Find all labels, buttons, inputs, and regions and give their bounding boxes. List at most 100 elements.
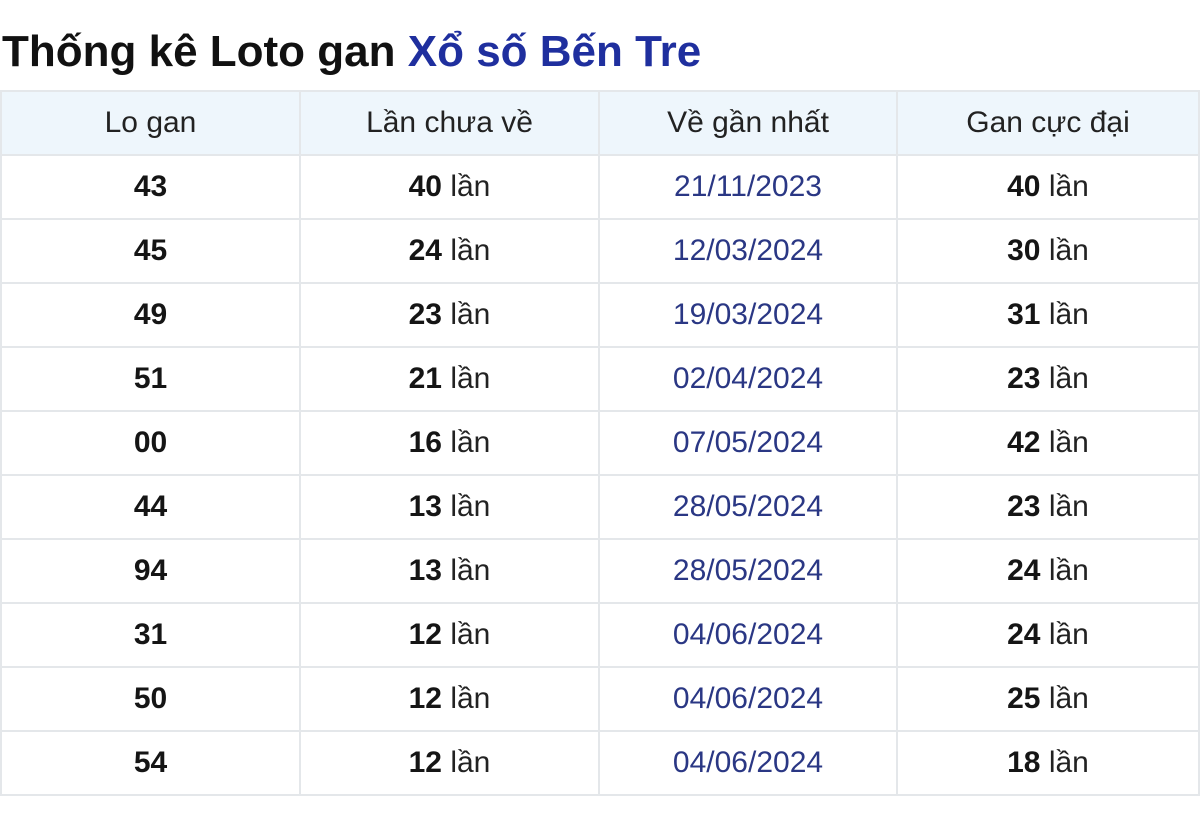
table-body: 43 40 lần 21/11/2023 40 lần 45 24 lần 12… [0,154,1200,796]
times-unit: lần [450,362,491,395]
times-not-drawn-value: 12 [408,746,442,779]
table-row: 00 16 lần 07/05/2024 42 lần [0,410,1200,476]
max-gap-cell: 40 lần [896,154,1200,220]
loto-gan-table: Lo gan Lần chưa về Về gần nhất Gan cực đ… [0,90,1200,796]
times-not-drawn-cell: 40 lần [299,154,600,220]
max-gap-cell: 30 lần [896,218,1200,284]
title-brand-link[interactable]: Xổ số Bến Tre [408,27,701,76]
times-not-drawn-cell: 23 lần [299,282,600,348]
max-gap-value: 24 [1007,554,1041,587]
page: Thống kê Loto gan Xổ số Bến Tre Lo gan L… [0,0,1200,816]
lo-number-cell: 51 [0,346,301,412]
times-not-drawn-cell: 24 lần [299,218,600,284]
last-drawn-date-cell: 07/05/2024 [598,410,898,476]
max-gap-cell: 24 lần [896,602,1200,668]
table-header: Lo gan Lần chưa về Về gần nhất Gan cực đ… [0,90,1200,156]
times-not-drawn-cell: 16 lần [299,410,600,476]
times-unit: lần [450,426,491,459]
times-not-drawn-value: 40 [408,170,442,203]
times-not-drawn-cell: 12 lần [299,730,600,796]
header-row: Lo gan Lần chưa về Về gần nhất Gan cực đ… [0,90,1200,156]
max-gap-unit: lần [1048,170,1089,203]
times-not-drawn-cell: 13 lần [299,538,600,604]
times-not-drawn-value: 23 [408,298,442,331]
table-row: 50 12 lần 04/06/2024 25 lần [0,666,1200,732]
max-gap-cell: 23 lần [896,474,1200,540]
max-gap-cell: 42 lần [896,410,1200,476]
times-unit: lần [450,618,491,651]
last-drawn-date-cell: 19/03/2024 [598,282,898,348]
max-gap-value: 18 [1007,746,1041,779]
last-drawn-date-cell: 04/06/2024 [598,602,898,668]
max-gap-value: 30 [1007,234,1041,267]
table-row: 44 13 lần 28/05/2024 23 lần [0,474,1200,540]
max-gap-unit: lần [1048,554,1089,587]
times-unit: lần [450,234,491,267]
table-row: 45 24 lần 12/03/2024 30 lần [0,218,1200,284]
column-header-lo-gan: Lo gan [0,90,301,156]
lo-number-cell: 54 [0,730,301,796]
max-gap-cell: 25 lần [896,666,1200,732]
title-prefix: Thống kê Loto gan [2,27,396,76]
last-drawn-date-cell: 02/04/2024 [598,346,898,412]
max-gap-value: 23 [1007,362,1041,395]
times-not-drawn-value: 16 [408,426,442,459]
lo-number-cell: 00 [0,410,301,476]
times-not-drawn-cell: 21 lần [299,346,600,412]
times-not-drawn-value: 13 [408,490,442,523]
table-row: 94 13 lần 28/05/2024 24 lần [0,538,1200,604]
last-drawn-date-cell: 04/06/2024 [598,730,898,796]
times-not-drawn-value: 24 [408,234,442,267]
times-not-drawn-cell: 12 lần [299,602,600,668]
max-gap-value: 25 [1007,682,1041,715]
times-not-drawn-cell: 12 lần [299,666,600,732]
max-gap-unit: lần [1048,746,1089,779]
column-header-ve-gan-nhat: Về gần nhất [598,90,898,156]
max-gap-unit: lần [1048,490,1089,523]
max-gap-value: 24 [1007,618,1041,651]
max-gap-value: 42 [1007,426,1041,459]
lo-number-cell: 50 [0,666,301,732]
max-gap-cell: 31 lần [896,282,1200,348]
max-gap-cell: 24 lần [896,538,1200,604]
last-drawn-date-cell: 21/11/2023 [598,154,898,220]
times-unit: lần [450,682,491,715]
page-title: Thống kê Loto gan Xổ số Bến Tre [2,24,701,80]
lo-number-cell: 94 [0,538,301,604]
table-row: 43 40 lần 21/11/2023 40 lần [0,154,1200,220]
last-drawn-date-cell: 12/03/2024 [598,218,898,284]
max-gap-value: 23 [1007,490,1041,523]
max-gap-value: 31 [1007,298,1041,331]
last-drawn-date-cell: 28/05/2024 [598,538,898,604]
max-gap-cell: 18 lần [896,730,1200,796]
times-not-drawn-value: 13 [408,554,442,587]
times-unit: lần [450,298,491,331]
times-unit: lần [450,490,491,523]
max-gap-unit: lần [1048,618,1089,651]
max-gap-unit: lần [1048,682,1089,715]
times-not-drawn-value: 12 [408,618,442,651]
lo-number-cell: 44 [0,474,301,540]
max-gap-unit: lần [1048,426,1089,459]
times-unit: lần [450,554,491,587]
table-row: 49 23 lần 19/03/2024 31 lần [0,282,1200,348]
table-row: 31 12 lần 04/06/2024 24 lần [0,602,1200,668]
max-gap-unit: lần [1048,234,1089,267]
max-gap-unit: lần [1048,298,1089,331]
times-not-drawn-value: 21 [408,362,442,395]
max-gap-unit: lần [1048,362,1089,395]
column-header-gan-cuc-dai: Gan cực đại [896,90,1200,156]
lo-number-cell: 43 [0,154,301,220]
max-gap-value: 40 [1007,170,1041,203]
lo-number-cell: 45 [0,218,301,284]
column-header-lan-chua-ve: Lần chưa về [299,90,600,156]
table-row: 54 12 lần 04/06/2024 18 lần [0,730,1200,796]
max-gap-cell: 23 lần [896,346,1200,412]
lo-number-cell: 31 [0,602,301,668]
lo-number-cell: 49 [0,282,301,348]
table-row: 51 21 lần 02/04/2024 23 lần [0,346,1200,412]
times-unit: lần [450,746,491,779]
times-not-drawn-cell: 13 lần [299,474,600,540]
last-drawn-date-cell: 04/06/2024 [598,666,898,732]
times-not-drawn-value: 12 [408,682,442,715]
